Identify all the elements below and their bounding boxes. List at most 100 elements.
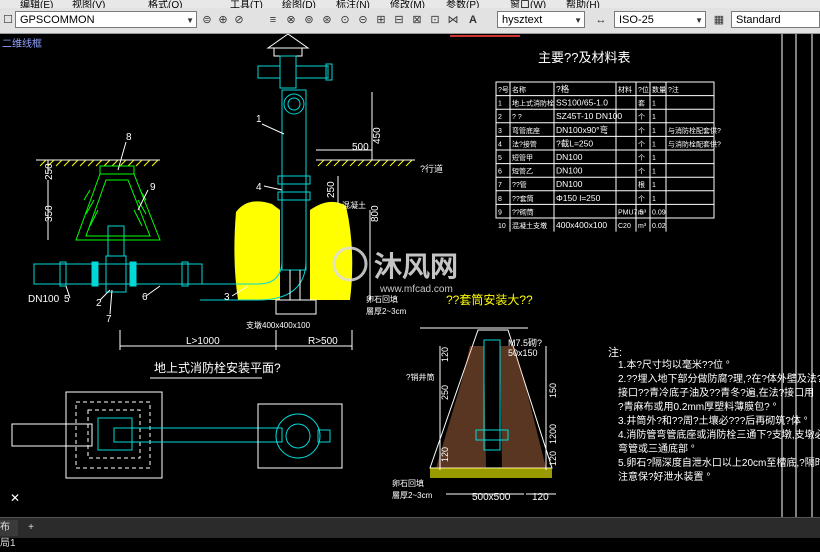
menu-view[interactable]: 视图(V) (72, 0, 105, 8)
dim-250b: 250 (326, 181, 337, 198)
table-style-value: Standard (736, 14, 781, 26)
table-cell: ?截L=250 (556, 138, 593, 148)
hydrant-cap (266, 33, 310, 49)
table-cell: 1 (652, 196, 656, 203)
table-cell: 个 (638, 127, 645, 135)
gravel-label: 卵石回填 (366, 294, 398, 304)
callout-8: 8 (126, 132, 132, 143)
table-cell: 1 (652, 128, 656, 135)
table-cell: 套 (638, 99, 645, 108)
menu-tools[interactable]: 工具(T) (230, 0, 263, 8)
material-table: 主要??及材料表 ?号 名称 ?格 材料 ?位 数量 ?注 1 地上式消防栓 SS100/65-1… (495, 50, 721, 232)
table-cell: 根 (638, 180, 645, 189)
table-cell: 1 (652, 169, 656, 176)
pipe-flange (129, 261, 137, 287)
layer-state-icon[interactable]: ☐ (1, 13, 15, 27)
text-style-icon[interactable]: A (466, 13, 480, 27)
plan-pipe (113, 427, 283, 443)
layer-prev-icon[interactable]: ⊘ (232, 13, 246, 27)
menu-format[interactable]: 格式(O) (148, 0, 182, 8)
valve-stem (107, 225, 125, 257)
layer-dropdown[interactable]: GPSCOMMON ▼ (15, 11, 197, 28)
table-header-cell: ?格 (556, 84, 570, 94)
table-cell: 1 (652, 141, 656, 148)
table-cell: 与消防栓配套供? (668, 139, 721, 148)
layer-tool-icon[interactable]: ⊜ (200, 13, 214, 27)
layer-iso-icon[interactable]: ≡ (266, 13, 280, 27)
sleeve-bottom-r: 120 (532, 492, 549, 503)
drawing-canvas[interactable]: 二维线框 450 500 250 800 250 350 ?行道 L>1000 … (0, 33, 820, 517)
text-style-dropdown[interactable]: hysztext ▼ (497, 11, 585, 28)
gravel-fill-right (310, 201, 353, 300)
sleeve-pipe-label: ?销井筒 (406, 372, 434, 382)
callout-3: 3 (224, 292, 230, 303)
menu-params[interactable]: 参数(P) (446, 0, 479, 8)
viewport-style-label[interactable]: 二维线框 (2, 37, 42, 50)
callout-6: 6 (142, 292, 148, 303)
dim-style-icon[interactable]: ↔ (594, 13, 608, 27)
layer-off-icon[interactable]: ⊚ (302, 13, 316, 27)
layer-merge-icon[interactable]: ⊝ (356, 13, 370, 27)
layer-delete-icon[interactable]: ⊞ (374, 13, 388, 27)
layer-walk-icon[interactable]: ⊙ (338, 13, 352, 27)
layer-copy-icon[interactable]: ⊟ (392, 13, 406, 27)
table-cell: 0.02 (652, 223, 666, 230)
dim-250a: 250 (44, 163, 55, 180)
dim-style-dropdown[interactable]: ISO-25 ▼ (614, 11, 706, 28)
note-line: 4.消防管弯管底座或消防栓三通下?支墩,支墩必? (618, 428, 820, 441)
table-cell: 1 (652, 182, 656, 189)
sleeve-dim-150: 150 (548, 383, 558, 398)
chevron-down-icon: ▼ (186, 16, 194, 25)
menu-dimension[interactable]: 标注(N) (336, 0, 370, 8)
dim-800: 800 (370, 205, 381, 222)
dim-style-value: ISO-25 (619, 14, 654, 26)
layer-color-icon[interactable]: ⊡ (428, 13, 442, 27)
table-cell: m³ (638, 209, 647, 216)
table-style-icon[interactable]: ▦ (712, 13, 726, 27)
plan-valve (97, 417, 133, 451)
gravel-thk-label: 層厚2~3cm (366, 307, 407, 316)
menu-help[interactable]: 帮助(H) (566, 0, 600, 8)
layer-match-icon[interactable]: ⊕ (216, 13, 230, 27)
table-cell: 9 (498, 209, 502, 216)
layer-move-icon[interactable]: ⊠ (410, 13, 424, 27)
elevation-view: 450 500 250 800 250 350 ?行道 L>1000 R>500… (28, 33, 443, 350)
menu-modify[interactable]: 修改(M) (390, 0, 425, 8)
callout-1: 1 (256, 114, 262, 125)
menu-draw[interactable]: 绘图(D) (282, 0, 316, 8)
table-cell: 弯管底座 (512, 126, 540, 135)
layer-lock-icon[interactable]: ⊛ (320, 13, 334, 27)
table-cell: 短管甲 (512, 153, 533, 162)
layer-filter-icon[interactable]: ⋈ (446, 13, 460, 27)
add-tab-button[interactable]: + (24, 520, 38, 536)
sleeve-m75: M7.5砌? (508, 338, 542, 348)
table-cell: 1 (498, 101, 502, 108)
menu-edit[interactable]: 编辑(E) (20, 0, 53, 8)
tab-layout1[interactable]: 布局1 (0, 520, 18, 549)
table-cell: 1 (652, 101, 656, 108)
table-style-dropdown[interactable]: Standard (731, 11, 820, 28)
cad-drawing: 二维线框 450 500 250 800 250 350 ?行道 L>1000 … (2, 33, 820, 517)
hydrant-flange-inner (287, 97, 301, 111)
sleeve-bottom-dim: 500x500 (472, 492, 511, 503)
table-header-cell: 材料 (618, 85, 632, 94)
plan-hydrant-inner (285, 423, 311, 449)
table-cell: 8 (498, 196, 502, 203)
table-cell: 4 (498, 141, 502, 148)
table-cell: 短管乙 (512, 167, 533, 176)
riser-pipe (281, 89, 307, 271)
layout-tabbar: 布局1 + (0, 517, 820, 549)
close-icon[interactable]: ✕ (10, 491, 20, 505)
note-line: 5.卵石?隔深度自泄水口以上20cm至槽底,?隔时 (618, 456, 820, 469)
note-line: 注意保?好泄水装置 ° (618, 470, 710, 483)
watermark: 沐风网 www.mfcad.com (332, 246, 458, 295)
layer-freeze-icon[interactable]: ⊗ (284, 13, 298, 27)
menu-window[interactable]: 窗口(W) (510, 0, 546, 8)
table-cell: 2 (498, 114, 502, 121)
table-cell: ??管 (512, 180, 527, 189)
dim-500: 500 (352, 142, 369, 153)
callout-4: 4 (256, 182, 262, 193)
callout-7: 7 (106, 314, 112, 325)
table-cell: SS100/65-1.0 (556, 98, 608, 108)
support-label: 支墩400x400x100 (246, 320, 311, 330)
